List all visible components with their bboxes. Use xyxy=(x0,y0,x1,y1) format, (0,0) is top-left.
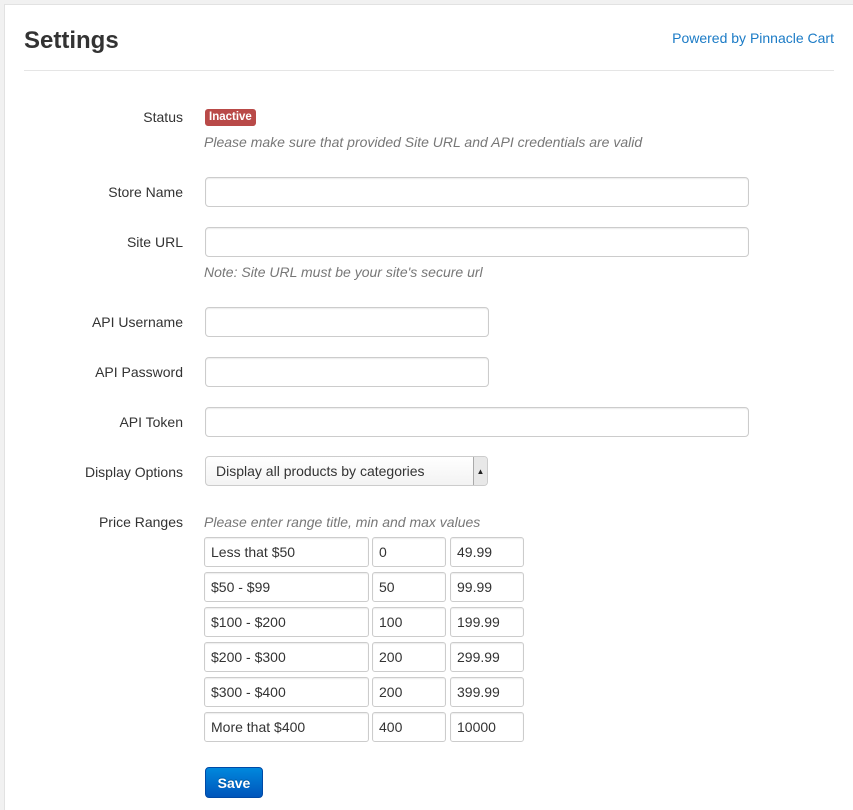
range-max-input[interactable] xyxy=(450,537,524,567)
api-token-input[interactable] xyxy=(205,407,749,437)
api-username-label: API Username xyxy=(91,314,183,330)
status-badge: Inactive xyxy=(205,109,256,126)
api-password-label: API Password xyxy=(95,364,183,380)
price-ranges-help-text: Please enter range title, min and max va… xyxy=(204,514,481,530)
range-max-input[interactable] xyxy=(450,677,524,707)
range-max-input[interactable] xyxy=(450,607,524,637)
range-min-input[interactable] xyxy=(372,712,446,742)
range-title-input[interactable] xyxy=(204,712,369,742)
range-min-input[interactable] xyxy=(372,537,446,567)
range-min-input[interactable] xyxy=(372,607,446,637)
range-min-input[interactable] xyxy=(372,677,446,707)
powered-by-link[interactable]: Powered by Pinnacle Cart xyxy=(672,30,834,46)
store-name-input[interactable] xyxy=(205,177,749,207)
range-min-input[interactable] xyxy=(372,642,446,672)
save-button[interactable]: Save xyxy=(205,767,263,798)
range-title-input[interactable] xyxy=(204,607,369,637)
status-label: Status xyxy=(143,109,183,125)
site-url-input[interactable] xyxy=(205,227,749,257)
display-options-label: Display Options xyxy=(84,464,183,480)
store-name-label: Store Name xyxy=(108,184,183,200)
api-password-input[interactable] xyxy=(205,357,489,387)
range-title-input[interactable] xyxy=(204,642,369,672)
price-ranges-label: Price Ranges xyxy=(98,514,183,530)
api-token-label: API Token xyxy=(119,414,183,430)
api-username-input[interactable] xyxy=(205,307,489,337)
page-title: Settings xyxy=(24,27,119,54)
display-options-selected: Display all products by categories xyxy=(216,463,425,479)
header-divider xyxy=(24,70,834,71)
range-min-input[interactable] xyxy=(372,572,446,602)
site-url-label: Site URL xyxy=(126,234,183,250)
display-options-select[interactable]: Display all products by categories ▲︎ xyxy=(205,456,488,486)
status-help-text: Please make sure that provided Site URL … xyxy=(204,134,643,150)
site-url-help-text: Note: Site URL must be your site's secur… xyxy=(204,264,483,280)
range-title-input[interactable] xyxy=(204,537,369,567)
range-max-input[interactable] xyxy=(450,572,524,602)
settings-panel: Settings Powered by Pinnacle Cart Status… xyxy=(4,4,853,810)
range-title-input[interactable] xyxy=(204,572,369,602)
range-max-input[interactable] xyxy=(450,712,524,742)
range-max-input[interactable] xyxy=(450,642,524,672)
select-arrows-icon: ▲︎ xyxy=(473,457,487,485)
range-title-input[interactable] xyxy=(204,677,369,707)
